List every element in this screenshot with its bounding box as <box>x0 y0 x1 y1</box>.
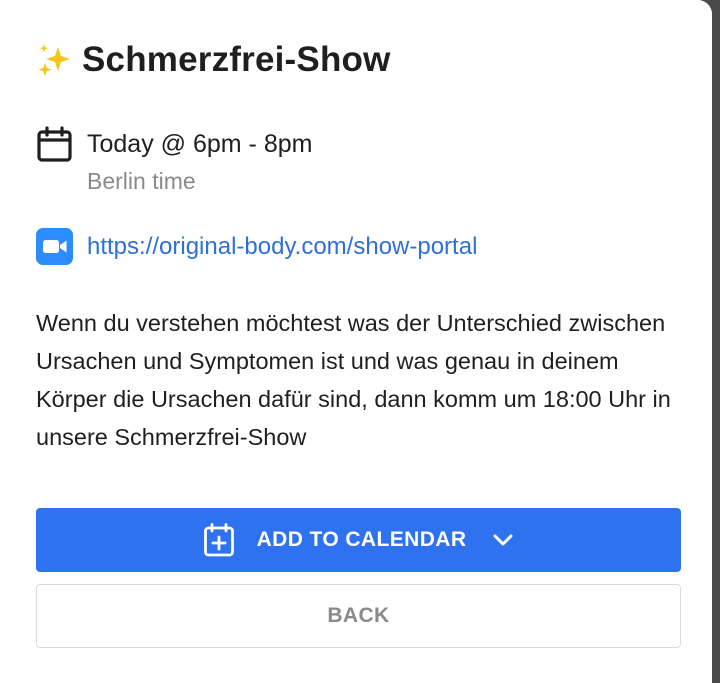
calendar-icon <box>37 126 72 162</box>
event-date: Today @ 6pm - 8pm <box>87 130 313 158</box>
event-title: Schmerzfrei-Show <box>82 40 391 79</box>
event-link[interactable]: https://original-body.com/show-portal <box>87 228 477 266</box>
event-link-row: https://original-body.com/show-portal <box>36 228 477 266</box>
video-camera-icon <box>36 228 73 265</box>
chevron-down-icon <box>493 534 513 546</box>
event-details-card: Schmerzfrei-Show Today @ 6pm - 8pm Berli… <box>0 0 712 683</box>
event-date-info: Today @ 6pm - 8pm Berlin time <box>87 126 312 200</box>
add-to-calendar-label: ADD TO CALENDAR <box>256 528 467 551</box>
calendar-plus-icon <box>203 523 234 557</box>
back-button[interactable]: BACK <box>36 584 681 648</box>
back-label: BACK <box>327 604 390 627</box>
event-title-row: Schmerzfrei-Show <box>36 40 391 80</box>
event-date-row: Today @ 6pm - 8pm Berlin time <box>36 126 312 200</box>
event-timezone: Berlin time <box>87 168 196 194</box>
event-description: Wenn du verstehen möchtest was der Unter… <box>36 310 671 450</box>
sparkles-icon <box>38 44 70 76</box>
add-to-calendar-button[interactable]: ADD TO CALENDAR <box>36 508 681 572</box>
